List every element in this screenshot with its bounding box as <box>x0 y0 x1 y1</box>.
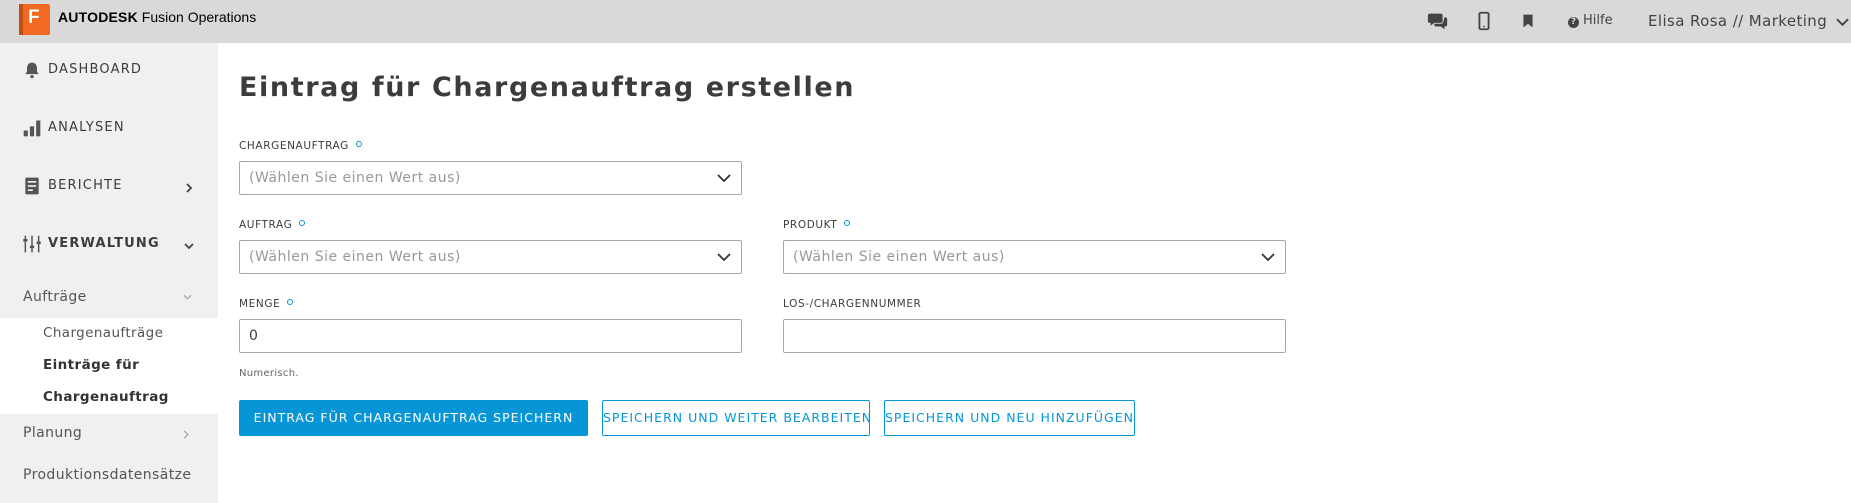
batch-order-label: CHARGENAUFTRAG <box>239 140 362 152</box>
quantity-value: 0 <box>249 328 259 344</box>
sidebar-item-label: ANALYSEN <box>48 120 125 135</box>
product-placeholder: (Wählen Sie einen Wert aus) <box>793 249 1005 265</box>
bell-icon <box>25 62 39 79</box>
quantity-input[interactable]: 0 <box>239 319 742 353</box>
order-placeholder: (Wählen Sie einen Wert aus) <box>249 249 461 265</box>
save-continue-button[interactable]: SPEICHERN UND WEITER BEARBEITEN <box>602 400 873 436</box>
save-add-button[interactable]: SPEICHERN UND NEU HINZUFÜGEN <box>884 400 1135 436</box>
sidebar-sub-planung[interactable]: Planung <box>0 414 218 457</box>
sidebar-item-label: DASHBOARD <box>48 62 143 77</box>
chevron-down-icon <box>717 174 731 183</box>
required-dot-icon <box>355 141 362 147</box>
help-link[interactable]: ? Hilfe <box>1568 13 1613 28</box>
help-label: Hilfe <box>1583 13 1613 28</box>
sidebar-item-berichte[interactable]: BERICHTE <box>0 159 218 217</box>
product-label-text: PRODUKT <box>783 219 838 231</box>
sidebar-item-dashboard[interactable]: DASHBOARD <box>0 43 218 101</box>
top-bar: F AUTODESK Fusion Operations ? Hilfe Elis… <box>0 0 1851 43</box>
help-icon: ? <box>1568 17 1579 28</box>
bar-chart-icon <box>23 120 41 137</box>
order-label: AUFTRAG <box>239 219 306 231</box>
save-continue-button-label: SPEICHERN UND WEITER BEARBEITEN <box>603 410 873 425</box>
brand-rest: Fusion Operations <box>141 9 257 25</box>
sidebar-sub-label: Aufträge <box>23 289 87 305</box>
sidebar-sub-label: Planung <box>23 425 83 441</box>
chat-icon[interactable] <box>1427 10 1449 32</box>
sidebar-item-label: BERICHTE <box>48 178 123 193</box>
mobile-icon[interactable] <box>1473 10 1495 32</box>
chevron-down-icon <box>1261 253 1275 262</box>
batch-order-select[interactable]: (Wählen Sie einen Wert aus) <box>239 161 742 195</box>
save-add-button-label: SPEICHERN UND NEU HINZUFÜGEN <box>885 410 1134 425</box>
quantity-label-text: MENGE <box>239 298 281 310</box>
sidebar-sub-produktionsdatensaetze[interactable]: Produktionsdatensätze <box>0 457 218 500</box>
sidebar-sub-eintraege-chargenauftrag[interactable]: Einträge für Chargenauftrag <box>0 353 218 411</box>
lot-number-input[interactable] <box>783 319 1286 353</box>
sidebar-sub-auftraege[interactable]: Aufträge <box>0 275 218 318</box>
order-select[interactable]: (Wählen Sie einen Wert aus) <box>239 240 742 274</box>
brand-bold: AUTODESK <box>58 9 138 25</box>
sidebar-sub-label: Produktionsdatensätze <box>23 467 192 483</box>
order-label-text: AUFTRAG <box>239 219 293 231</box>
chevron-down-icon <box>184 243 194 250</box>
chevron-down-icon <box>717 253 731 262</box>
sidebar-sub-chargenauftraege[interactable]: Chargenaufträge <box>0 321 218 347</box>
sidebar-sub-label-line1: Einträge für <box>43 357 140 373</box>
sliders-icon <box>23 235 41 253</box>
save-entry-button[interactable]: EINTRAG FÜR CHARGENAUFTRAG SPEICHERN <box>239 400 588 436</box>
sidebar-item-analysen[interactable]: ANALYSEN <box>0 101 218 159</box>
required-dot-icon <box>299 220 306 226</box>
logo-letter: F <box>28 7 40 28</box>
sidebar-sub-label: Chargenaufträge <box>43 325 164 341</box>
sidebar-item-label: VERWALTUNG <box>48 236 160 251</box>
batch-order-label-text: CHARGENAUFTRAG <box>239 140 349 152</box>
chevron-right-icon <box>186 183 193 193</box>
quantity-label: MENGE <box>239 298 294 310</box>
quantity-hint: Numerisch. <box>239 368 299 379</box>
brand-name[interactable]: AUTODESK Fusion Operations <box>58 9 256 25</box>
chevron-down-icon <box>183 294 192 300</box>
bookmark-icon[interactable] <box>1517 10 1539 32</box>
lot-number-label-text: LOS-/CHARGENNUMMER <box>783 298 922 310</box>
chevron-right-icon <box>183 430 189 439</box>
required-dot-icon <box>844 220 851 226</box>
product-select[interactable]: (Wählen Sie einen Wert aus) <box>783 240 1286 274</box>
chevron-down-icon <box>1836 18 1849 27</box>
save-entry-button-label: EINTRAG FÜR CHARGENAUFTRAG SPEICHERN <box>253 410 574 425</box>
sidebar: DASHBOARD ANALYSEN BERICHTE VERWALTUNG A… <box>0 43 218 503</box>
lot-number-label: LOS-/CHARGENNUMMER <box>783 298 921 310</box>
sidebar-item-verwaltung[interactable]: VERWALTUNG <box>0 217 218 275</box>
sidebar-sub-label-line2: Chargenauftrag <box>43 389 169 405</box>
report-icon <box>25 177 39 195</box>
page-title: Eintrag für Chargenauftrag erstellen <box>239 72 856 103</box>
required-dot-icon <box>287 299 294 305</box>
batch-order-placeholder: (Wählen Sie einen Wert aus) <box>249 170 461 186</box>
user-label: Elisa Rosa // Marketing <box>1648 12 1828 30</box>
product-label: PRODUKT <box>783 219 851 231</box>
fusion-logo-icon[interactable]: F <box>19 4 50 35</box>
user-menu[interactable]: Elisa Rosa // Marketing <box>1648 12 1849 30</box>
